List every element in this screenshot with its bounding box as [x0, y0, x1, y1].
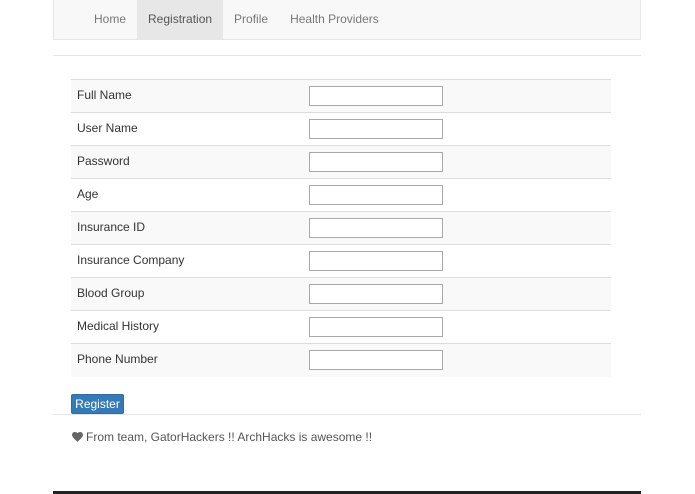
- registration-page: Home Registration Profile Health Provide…: [0, 0, 695, 494]
- medical-history-input[interactable]: [309, 317, 443, 337]
- register-button[interactable]: Register: [71, 394, 124, 414]
- form-row-insurance-company: Insurance Company: [71, 244, 611, 278]
- phone-number-input[interactable]: [309, 350, 443, 370]
- nav-item-profile[interactable]: Profile: [223, 0, 279, 39]
- nav-item-registration[interactable]: Registration: [137, 0, 224, 39]
- field-label: Password: [71, 145, 303, 179]
- form-row-phone-number: Phone Number: [71, 343, 611, 377]
- divider: [53, 414, 641, 415]
- divider: [53, 55, 641, 56]
- insurance-id-input[interactable]: [309, 218, 443, 238]
- form-row-age: Age: [71, 178, 611, 212]
- form-row-blood-group: Blood Group: [71, 277, 611, 311]
- age-input[interactable]: [309, 185, 443, 205]
- insurance-company-input[interactable]: [309, 251, 443, 271]
- password-input[interactable]: [309, 152, 443, 172]
- field-label: Insurance Company: [71, 244, 303, 278]
- field-label: Phone Number: [71, 343, 303, 377]
- full-name-input[interactable]: [309, 86, 443, 106]
- field-label: Full Name: [71, 79, 303, 113]
- heart-icon: [72, 432, 83, 442]
- form-row-full-name: Full Name: [71, 79, 611, 113]
- nav-list: Home Registration Profile Health Provide…: [54, 0, 640, 39]
- field-label: Medical History: [71, 310, 303, 344]
- field-label: User Name: [71, 112, 303, 146]
- form-row-insurance-id: Insurance ID: [71, 211, 611, 245]
- form-row-medical-history: Medical History: [71, 310, 611, 344]
- field-label: Age: [71, 178, 303, 212]
- footer: From team, GatorHackers !! ArchHacks is …: [72, 430, 372, 444]
- form-row-user-name: User Name: [71, 112, 611, 146]
- navbar: Home Registration Profile Health Provide…: [53, 0, 641, 40]
- field-label: Insurance ID: [71, 211, 303, 245]
- user-name-input[interactable]: [309, 119, 443, 139]
- registration-form-table: Full Name User Name Password Age Insuran…: [71, 79, 611, 377]
- footer-text: From team, GatorHackers !! ArchHacks is …: [86, 430, 373, 444]
- nav-item-home[interactable]: Home: [83, 0, 137, 39]
- form-row-password: Password: [71, 145, 611, 179]
- nav-item-health-providers[interactable]: Health Providers: [279, 0, 390, 39]
- field-label: Blood Group: [71, 277, 303, 311]
- blood-group-input[interactable]: [309, 284, 443, 304]
